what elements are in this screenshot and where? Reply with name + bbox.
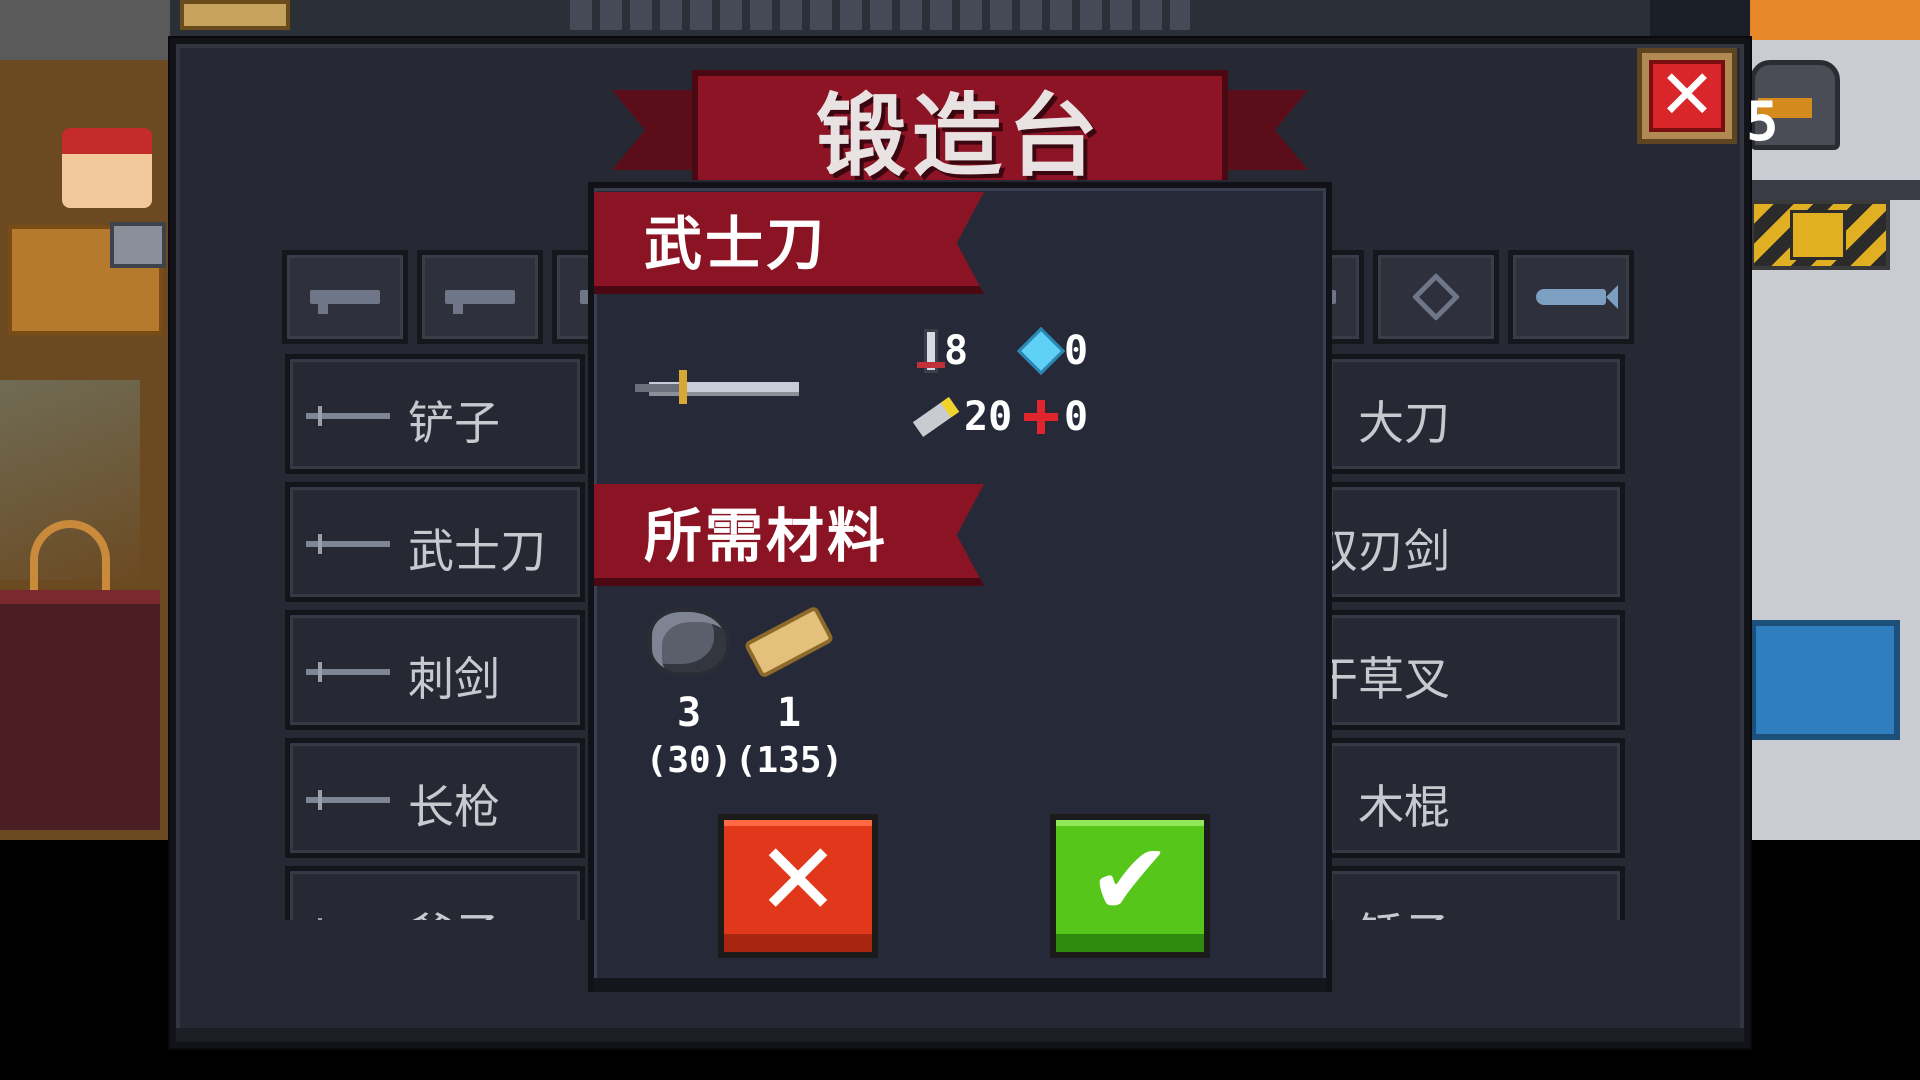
checkmark-icon: ✔	[1088, 821, 1172, 938]
forge-title-ribbon: 锻造台	[612, 62, 1308, 189]
fish-icon	[1536, 289, 1606, 305]
wood-required: 1	[776, 690, 802, 736]
top-wall	[170, 0, 1650, 36]
crit-stat: 20	[912, 394, 1013, 440]
material-wood: 1 (135)	[734, 605, 844, 781]
antler-decoration	[30, 520, 110, 590]
tab-shuriken[interactable]	[1373, 250, 1499, 344]
shovel-icon	[306, 406, 390, 426]
damage-stat: 8	[917, 328, 969, 374]
sword-icon	[917, 329, 945, 373]
list-item-label: 大刀	[1358, 396, 1450, 450]
close-forge-button[interactable]: ✕	[1637, 48, 1737, 144]
shuriken-icon	[1411, 272, 1461, 322]
blueprint-screen	[1750, 620, 1900, 740]
list-item[interactable]: 长枪	[285, 738, 585, 858]
close-icon: ✕	[756, 821, 840, 938]
list-item[interactable]: 铲子	[285, 354, 585, 474]
forge-title: 锻造台	[816, 84, 1104, 189]
list-item-label: 武士刀	[408, 524, 546, 578]
close-icon: ✕	[1649, 60, 1725, 132]
close-glyph: ✕	[1658, 56, 1716, 135]
crit-icon	[912, 397, 960, 437]
list-item[interactable]: 锤子	[1325, 866, 1625, 920]
list-item-label: 斧子	[408, 899, 500, 920]
list-item-label: 木棍	[1358, 780, 1450, 834]
list-item[interactable]: 干草叉	[1312, 610, 1625, 730]
rapier-icon	[306, 662, 390, 682]
list-item[interactable]: 武士刀	[285, 482, 585, 602]
accuracy-stat: 0	[1024, 394, 1088, 440]
rifle-icon	[445, 290, 515, 314]
wood-owned: (135)	[734, 740, 844, 781]
list-item[interactable]: 斧子	[285, 866, 585, 920]
energy-stat: 0	[1016, 326, 1089, 376]
materials-title: 所需材料	[644, 502, 889, 570]
wall-decoration	[0, 0, 170, 60]
ore-required: 3	[676, 690, 702, 736]
hud-counter: 5	[1746, 90, 1779, 153]
wall-grate	[570, 0, 1190, 30]
katana-icon	[635, 370, 799, 404]
ribbon-band: 锻造台	[692, 70, 1228, 189]
list-item[interactable]: 刺剑	[285, 610, 585, 730]
energy-gem-icon	[1016, 326, 1066, 376]
spear-icon	[306, 790, 390, 810]
damage-value: 8	[944, 328, 969, 374]
list-item-label: 干草叉	[1312, 652, 1450, 706]
confirm-button[interactable]: ✔	[1050, 814, 1210, 958]
list-item-label: 锤子	[1358, 899, 1450, 920]
list-item[interactable]: 木棍	[1325, 738, 1625, 858]
list-item-label: 长枪	[408, 780, 500, 834]
energy-value: 0	[1064, 328, 1089, 374]
katana-icon	[306, 534, 390, 554]
computer-monitor	[110, 222, 166, 268]
list-item[interactable]: 大刀	[1325, 354, 1625, 474]
cancel-button[interactable]: ✕	[718, 814, 878, 958]
pedestal	[0, 590, 160, 830]
wood-icon	[743, 605, 835, 679]
list-item-label: 铲子	[408, 396, 500, 450]
ore-owned: (30)	[645, 740, 733, 781]
workshop-left-area	[0, 0, 170, 840]
pipe	[1750, 0, 1920, 40]
material-ore: 3 (30)	[634, 608, 744, 781]
warning-icon	[1790, 210, 1846, 260]
weapon-name-ribbon: 武士刀	[594, 192, 984, 294]
list-item-label: 刺剑	[408, 652, 500, 706]
accuracy-value: 0	[1064, 394, 1089, 440]
pistol-icon	[310, 290, 380, 314]
chest	[180, 0, 290, 30]
materials-ribbon: 所需材料	[594, 484, 984, 586]
iron-ore-icon	[648, 608, 730, 676]
tab-fish[interactable]	[1508, 250, 1634, 344]
crosshair-icon	[1024, 400, 1058, 434]
weapon-name: 武士刀	[644, 210, 828, 278]
npc-character	[62, 128, 152, 208]
crit-value: 20	[964, 394, 1013, 440]
metal-bar	[1750, 180, 1920, 200]
list-item[interactable]: 双刃剑	[1312, 482, 1625, 602]
list-item-label: 双刃剑	[1312, 524, 1450, 578]
tab-rifle[interactable]	[417, 250, 543, 344]
craft-dialog: 武士刀 8 0 20 0 所需材料 3 (30) 1 (135) ✕ ✔	[588, 182, 1332, 992]
tab-pistol[interactable]	[282, 250, 408, 344]
